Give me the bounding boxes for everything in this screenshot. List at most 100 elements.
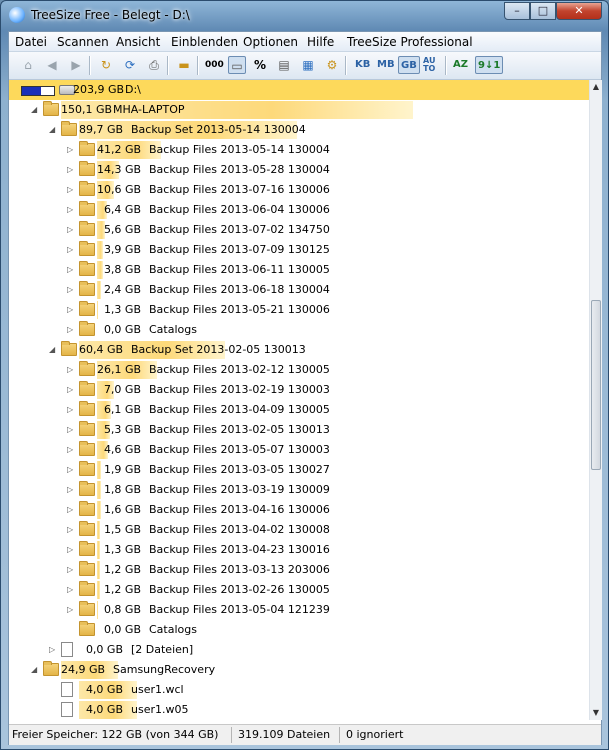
scroll-up-arrow-icon[interactable]: ▲: [590, 80, 602, 94]
drive-icon[interactable]: ▭: [228, 56, 246, 74]
percent-icon[interactable]: %: [251, 56, 269, 74]
tree-folder-row[interactable]: ▷ 1,2 GB Backup Files 2013-02-26 130005: [9, 580, 589, 600]
expand-arrow-icon[interactable]: [67, 624, 76, 635]
collapse-arrow-icon[interactable]: ◢: [31, 664, 40, 675]
tree-folder-row[interactable]: 0,0 GB Catalogs: [9, 620, 589, 640]
menu-treesize-professional[interactable]: TreeSize Professional: [347, 35, 473, 49]
menu-scannen[interactable]: Scannen: [57, 35, 109, 49]
tree-folder-row[interactable]: ▷ 5,6 GB Backup Files 2013-07-02 134750: [9, 220, 589, 240]
print-icon[interactable]: ⎙: [145, 56, 163, 74]
size-icon[interactable]: 000: [205, 56, 224, 74]
tree-folder-row[interactable]: ▷ 4,6 GB Backup Files 2013-05-07 130003: [9, 440, 589, 460]
folder-icon[interactable]: ▬: [175, 56, 193, 74]
menu-datei[interactable]: Datei: [15, 35, 47, 49]
tree-folder-row[interactable]: ▷ 10,6 GB Backup Files 2013-07-16 130006: [9, 180, 589, 200]
unit-auto-button[interactable]: AU TO: [423, 57, 435, 75]
forward-icon[interactable]: ▶: [67, 56, 85, 74]
sort-az-button[interactable]: AZ: [453, 56, 468, 74]
folder-tree[interactable]: 203,9 GB D:\ ◢ 150,1 GB MHA-LAPTOP ◢ 89,7 GB Ba…: [9, 80, 589, 720]
tree-folder-row[interactable]: ▷ 1,6 GB Backup Files 2013-04-16 130006: [9, 500, 589, 520]
title-bar[interactable]: TreeSize Free - Belegt - D:\ – □ ✕: [1, 1, 608, 31]
expand-arrow-icon[interactable]: ▷: [67, 444, 76, 455]
expand-arrow-icon[interactable]: ▷: [67, 264, 76, 275]
vertical-scrollbar[interactable]: ▲ ▼: [589, 80, 602, 720]
home-icon[interactable]: ⌂: [19, 56, 37, 74]
menu-einblenden[interactable]: Einblenden: [171, 35, 238, 49]
expand-arrow-icon[interactable]: ▷: [67, 164, 76, 175]
menu-ansicht[interactable]: Ansicht: [116, 35, 160, 49]
tree-folder-row[interactable]: ▷ 1,3 GB Backup Files 2013-05-21 130006: [9, 300, 589, 320]
tree-folder-row[interactable]: ▷ 5,3 GB Backup Files 2013-02-05 130013: [9, 420, 589, 440]
tree-drive-row[interactable]: 203,9 GB D:\: [9, 80, 589, 100]
sort-size-button[interactable]: 9↓1: [475, 56, 504, 74]
expand-arrow-icon[interactable]: ▷: [67, 364, 76, 375]
expand-arrow-icon[interactable]: ▷: [67, 404, 76, 415]
tree-folder-row[interactable]: ▷ 1,9 GB Backup Files 2013-03-05 130027: [9, 460, 589, 480]
tree-file-row[interactable]: ▷ 0,0 GB [2 Dateien]: [9, 640, 589, 660]
tree-folder-row[interactable]: ▷ 0,0 GB Catalogs: [9, 320, 589, 340]
tree-folder-row[interactable]: ▷ 1,2 GB Backup Files 2013-03-13 203006: [9, 560, 589, 580]
maximize-button[interactable]: □: [530, 2, 556, 20]
menu-optionen[interactable]: Optionen: [243, 35, 298, 49]
item-name: Backup Files 2013-07-09 130125: [149, 243, 330, 256]
tree-folder-row[interactable]: ▷ 7,0 GB Backup Files 2013-02-19 130003: [9, 380, 589, 400]
scrollbar-thumb[interactable]: [591, 300, 601, 470]
tree-folder-row[interactable]: ▷ 3,9 GB Backup Files 2013-07-09 130125: [9, 240, 589, 260]
expand-arrow-icon[interactable]: ▷: [49, 644, 58, 655]
tree-folder-row[interactable]: ◢ 24,9 GB SamsungRecovery: [9, 660, 589, 680]
expand-arrow-icon[interactable]: ▷: [67, 424, 76, 435]
expand-arrow-icon[interactable]: ▷: [67, 244, 76, 255]
close-button[interactable]: ✕: [556, 2, 602, 20]
expand-arrow-icon[interactable]: ▷: [67, 224, 76, 235]
details-icon[interactable]: ▦: [299, 56, 317, 74]
back-icon[interactable]: ◀: [43, 56, 61, 74]
tree-folder-row[interactable]: ◢ 89,7 GB Backup Set 2013-05-14 130004: [9, 120, 589, 140]
minimize-button[interactable]: –: [504, 2, 530, 20]
tree-folder-row[interactable]: ▷ 1,8 GB Backup Files 2013-03-19 130009: [9, 480, 589, 500]
expand-arrow-icon[interactable]: [49, 704, 58, 715]
expand-arrow-icon[interactable]: ▷: [67, 324, 76, 335]
tree-folder-row[interactable]: ◢ 150,1 GB MHA-LAPTOP: [9, 100, 589, 120]
expand-arrow-icon[interactable]: ▷: [67, 484, 76, 495]
menu-hilfe[interactable]: Hilfe: [307, 35, 334, 49]
scroll-down-arrow-icon[interactable]: ▼: [590, 706, 602, 720]
tree-folder-row[interactable]: ▷ 3,8 GB Backup Files 2013-06-11 130005: [9, 260, 589, 280]
collapse-arrow-icon[interactable]: ◢: [49, 344, 58, 355]
expand-arrow-icon[interactable]: ▷: [67, 204, 76, 215]
expand-arrow-icon[interactable]: ▷: [67, 584, 76, 595]
expand-arrow-icon[interactable]: ▷: [67, 504, 76, 515]
expand-arrow-icon[interactable]: ▷: [67, 564, 76, 575]
tree-folder-row[interactable]: ▷ 1,5 GB Backup Files 2013-04-02 130008: [9, 520, 589, 540]
tree-folder-row[interactable]: ◢ 60,4 GB Backup Set 2013-02-05 130013: [9, 340, 589, 360]
refresh-folder-icon[interactable]: ↻: [97, 56, 115, 74]
tree-folder-row[interactable]: ▷ 2,4 GB Backup Files 2013-06-18 130004: [9, 280, 589, 300]
tree-folder-row[interactable]: ▷ 14,3 GB Backup Files 2013-05-28 130004: [9, 160, 589, 180]
expand-arrow-icon[interactable]: [49, 684, 58, 695]
expand-arrow-icon[interactable]: ▷: [67, 604, 76, 615]
unit-mb-button[interactable]: MB: [377, 56, 395, 74]
tree-folder-row[interactable]: ▷ 6,4 GB Backup Files 2013-06-04 130006: [9, 200, 589, 220]
tree-file-row[interactable]: 4,0 GB user1.w05: [9, 700, 589, 720]
tree-folder-row[interactable]: ▷ 1,3 GB Backup Files 2013-04-23 130016: [9, 540, 589, 560]
collapse-arrow-icon[interactable]: ◢: [49, 124, 58, 135]
expand-arrow-icon[interactable]: ▷: [67, 524, 76, 535]
expand-arrow-icon[interactable]: ▷: [67, 384, 76, 395]
tree-folder-row[interactable]: ▷ 6,1 GB Backup Files 2013-04-09 130005: [9, 400, 589, 420]
collapse-arrow-icon[interactable]: ◢: [31, 104, 40, 115]
unit-kb-button[interactable]: KB: [355, 56, 370, 74]
tree-folder-row[interactable]: ▷ 41,2 GB Backup Files 2013-05-14 130004: [9, 140, 589, 160]
files-icon[interactable]: ▤: [275, 56, 293, 74]
tools-icon[interactable]: ⚙: [323, 56, 341, 74]
unit-gb-button[interactable]: GB: [398, 56, 420, 74]
expand-arrow-icon[interactable]: ▷: [67, 144, 76, 155]
tree-folder-row[interactable]: ▷ 0,8 GB Backup Files 2013-05-04 121239: [9, 600, 589, 620]
expand-arrow-icon[interactable]: ▷: [67, 284, 76, 295]
expand-arrow-icon[interactable]: ▷: [67, 304, 76, 315]
tree-file-row[interactable]: 4,0 GB user1.wcl: [9, 680, 589, 700]
expand-arrow-icon[interactable]: ▷: [67, 184, 76, 195]
expand-arrow-icon[interactable]: ▷: [67, 464, 76, 475]
tree-folder-row[interactable]: ▷ 26,1 GB Backup Files 2013-02-12 130005: [9, 360, 589, 380]
rescan-icon[interactable]: ⟳: [121, 56, 139, 74]
treesize-app-icon[interactable]: [9, 7, 25, 23]
expand-arrow-icon[interactable]: ▷: [67, 544, 76, 555]
